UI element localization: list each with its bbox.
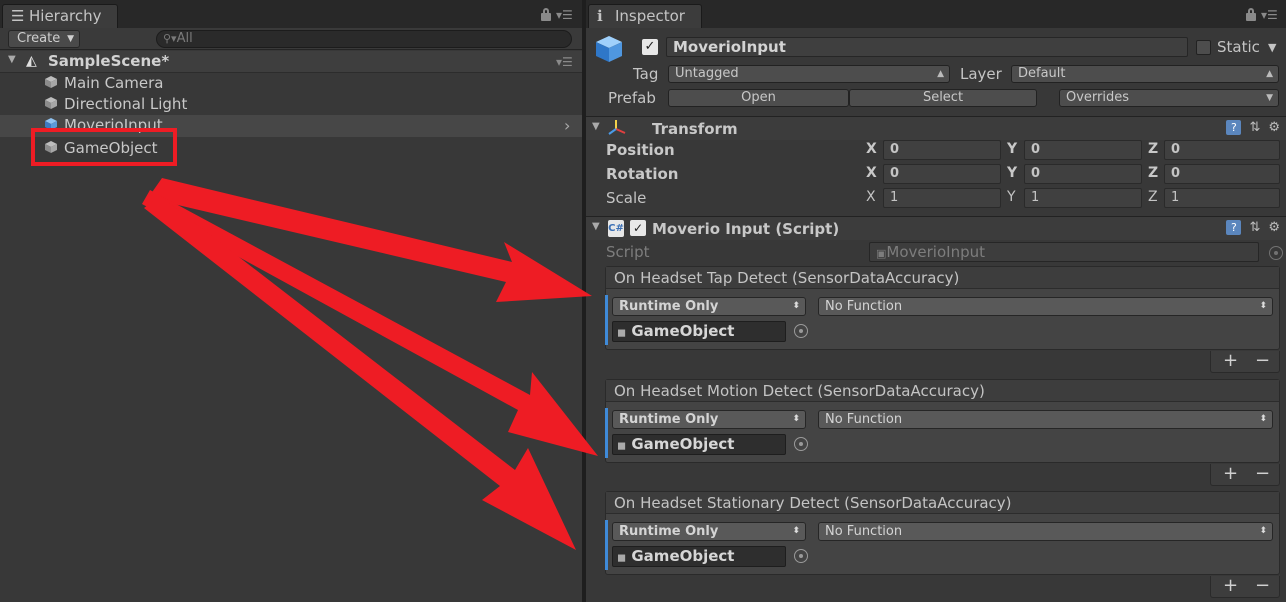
annotation-arrows	[142, 178, 598, 550]
